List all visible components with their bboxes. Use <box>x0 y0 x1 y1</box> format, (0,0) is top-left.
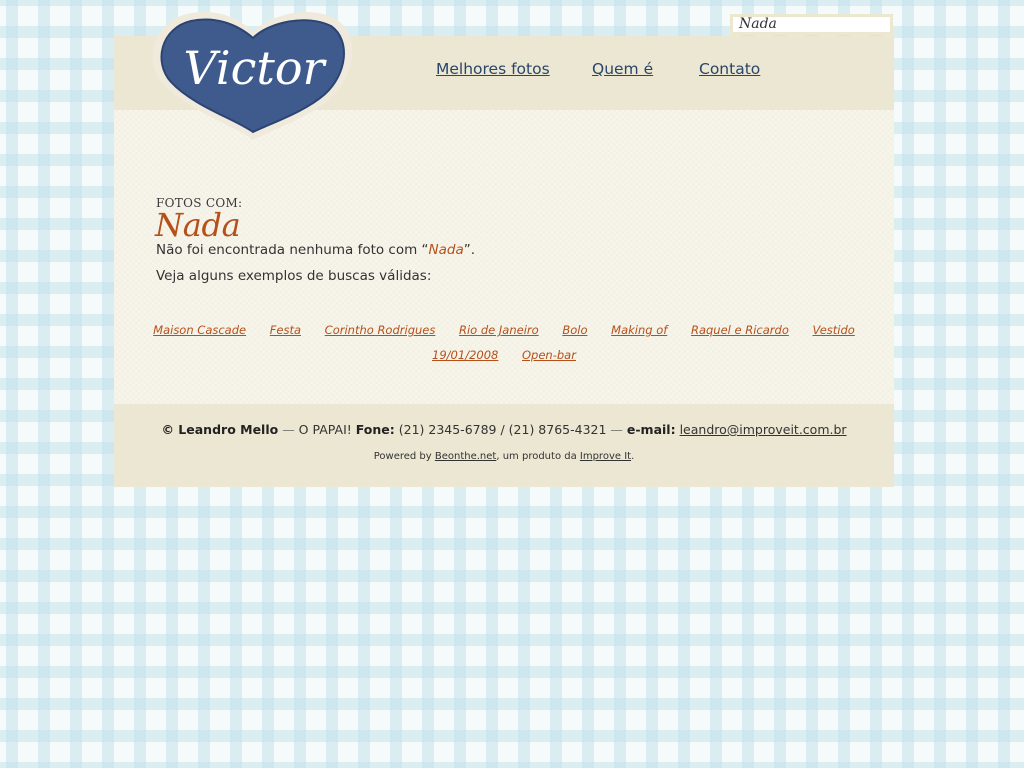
improve-it-link[interactable]: Improve It <box>580 451 631 462</box>
heart-logo-icon[interactable]: Victor <box>151 6 355 148</box>
examples-intro: Veja alguns exemplos de buscas válidas: <box>156 268 432 284</box>
footer: © Leandro Mello — O PAPAI! Fone: (21) 23… <box>114 404 894 487</box>
example-link-vestido[interactable]: Vestido <box>813 323 855 337</box>
example-link-date[interactable]: 19/01/2008 <box>432 348 498 362</box>
beonthe-link[interactable]: Beonthe.net <box>435 451 496 462</box>
example-link-rio-de-janeiro[interactable]: Rio de Janeiro <box>459 323 539 337</box>
footer-separator: — <box>278 422 299 437</box>
logo-text: Victor <box>183 41 327 95</box>
powered-middle: , um produto da <box>496 451 580 462</box>
footer-separator: — <box>606 422 627 437</box>
example-link-open-bar[interactable]: Open-bar <box>522 348 576 362</box>
not-found-suffix: ”. <box>463 242 476 258</box>
footer-email-label: e-mail: <box>626 422 676 437</box>
example-link-corintho-rodrigues[interactable]: Corintho Rodrigues <box>325 323 436 337</box>
powered-suffix: . <box>631 451 635 462</box>
search-term: Nada <box>428 242 464 258</box>
example-link-raquel-e-ricardo[interactable]: Raquel e Ricardo <box>691 323 789 337</box>
nav-link-melhores-fotos[interactable]: Melhores fotos <box>436 60 550 78</box>
search-input-value: Nada <box>739 16 777 32</box>
nav-link-contato[interactable]: Contato <box>699 60 760 78</box>
footer-phones: (21) 2345-6789 / (21) 8765-4321 <box>398 422 607 437</box>
powered-prefix: Powered by <box>373 451 435 462</box>
example-link-bolo[interactable]: Bolo <box>562 323 587 337</box>
not-found-message: Não foi encontrada nenhuma foto com “Nad… <box>156 242 475 258</box>
footer-author: © Leandro Mello <box>161 422 279 437</box>
not-found-prefix: Não foi encontrada nenhuma foto com “ <box>156 242 429 258</box>
footer-tagline: O PAPAI! <box>298 422 352 437</box>
example-row: Maison Cascade Festa Corintho Rodrigues … <box>114 318 894 343</box>
footer-phone-label: Fone: <box>355 422 395 437</box>
example-searches: Maison Cascade Festa Corintho Rodrigues … <box>114 318 894 368</box>
nav-link-quem-e[interactable]: Quem é <box>592 60 653 78</box>
main-content: FOTOS COM: Nada Não foi encontrada nenhu… <box>114 110 894 404</box>
example-link-maison-cascade[interactable]: Maison Cascade <box>153 323 246 337</box>
footer-email-link[interactable]: leandro@improveit.com.br <box>680 422 847 437</box>
example-link-festa[interactable]: Festa <box>270 323 301 337</box>
powered-by-line: Powered by Beonthe.net, um produto da Im… <box>114 451 894 462</box>
example-link-making-of[interactable]: Making of <box>611 323 667 337</box>
page-title: Nada <box>155 206 241 244</box>
example-row: 19/01/2008 Open-bar <box>114 343 894 368</box>
search-input[interactable]: Nada <box>730 14 893 35</box>
footer-contact-line: © Leandro Mello — O PAPAI! Fone: (21) 23… <box>114 422 894 437</box>
